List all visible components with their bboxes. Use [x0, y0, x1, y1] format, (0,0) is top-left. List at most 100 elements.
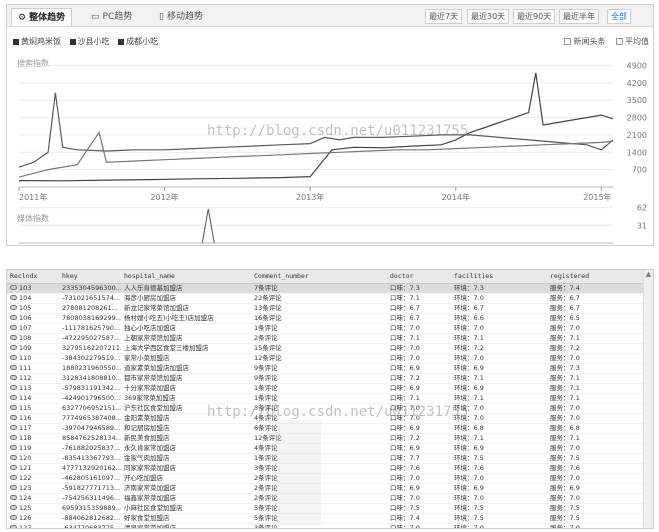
table-row[interactable]: 110 -3843022795​19... 家常小菜加盟店 12条评论 口味：7.0 环境…	[7, 353, 643, 364]
table-cell: 家常小菜加盟店	[121, 353, 251, 364]
column-header[interactable]: hkey	[59, 270, 121, 284]
legend-item[interactable]: 成都小吃	[118, 37, 158, 46]
legend-swatch	[13, 38, 19, 45]
tab-pc-trend[interactable]: ▭ PC趋势	[85, 8, 138, 26]
range-7-days[interactable]: 最近7天	[425, 9, 463, 24]
table-cell: 和记厨房加盟店	[121, 423, 251, 434]
table-scrollbar[interactable]: ▲	[643, 270, 653, 528]
row-index: 113	[19, 383, 32, 392]
table-cell: 好家食堂加盟店	[121, 513, 251, 524]
table-cell: 环境：7.6	[451, 463, 547, 474]
range-all[interactable]: 全部	[607, 9, 631, 24]
table-cell: 小麻社区食堂加盟店	[121, 503, 251, 514]
column-header[interactable]: doctor	[387, 270, 451, 284]
legend-item[interactable]: 黄焖鸡米饭	[13, 37, 61, 46]
table-cell: 服务：7.0	[547, 473, 643, 484]
table-row[interactable]: 106 78080381692​99... 杨村嫂小吃五)小吃王)店加盟店 16条评论…	[7, 313, 643, 324]
table-row[interactable]: 127 -6347706837​75... 清泉家常菜加盟店 3条评论 口味：7.0 环境…	[7, 523, 643, 528]
table-cell: 12条评论	[251, 353, 387, 364]
table-row[interactable]: 109 32795162207​211... 上海大学西区食堂三楼加盟店 15条评论口…	[7, 343, 643, 354]
row-key-icon	[10, 475, 17, 480]
column-header[interactable]: Reclndx	[7, 270, 59, 284]
table-cell: 127	[7, 523, 59, 528]
tab-overall-trend[interactable]: ⚙ 整体趋势	[11, 8, 73, 26]
table-cell: 口味：7.2	[387, 433, 451, 444]
row-index: 118	[19, 433, 32, 442]
table-cell: 121	[7, 463, 59, 474]
table-cell: 口味：7.1	[387, 293, 451, 304]
table-row[interactable]: 104 -7310216515​74... 海彦小厨房加盟店 22条评论 口味：7.1 环…	[7, 293, 643, 304]
row-key-icon	[10, 465, 17, 470]
range-30-days[interactable]: 最近30天	[467, 9, 510, 24]
table-row[interactable]: 114 -4249017965​00... 369家常菜加盟店 1条评论 口味：7.1 环…	[7, 393, 643, 404]
table-cell: 环境：7.0	[451, 293, 547, 304]
table-cell: 环境：6.9	[451, 363, 547, 374]
table-row[interactable]: 112 31283418088​10... 都市家常菜馆加盟店 9条评论 口味：7.2 环…	[7, 373, 643, 384]
row-key-icon	[10, 505, 17, 510]
table-cell: 服务：7.0	[547, 323, 643, 334]
row-key-icon	[10, 335, 17, 340]
records-table: Reclndx hkey hospital_name Comment_number do…	[7, 270, 643, 528]
table-cell: 103	[7, 283, 59, 294]
table-row[interactable]: 121 47771329201​62... 同家家常菜加盟店 3条评论 口味：7.6 环境…	[7, 463, 643, 474]
table-cell: 63277069521​51...	[59, 403, 121, 414]
table-row[interactable]: 122 -4628051610​97... 开心吃加盟店 2条评论 口味：7.0 环境：7…	[7, 473, 643, 484]
table-cell: -7618820258​37...	[59, 443, 121, 454]
row-index: 125	[19, 503, 32, 512]
row-key-icon	[10, 355, 17, 360]
table-row[interactable]: 111 18802319605​50... 道家素菜加盟店加盟店 9条评论 口味：6.9…	[7, 363, 643, 374]
x-tick-label: 2013年	[296, 192, 324, 202]
column-header[interactable]: facilities	[451, 270, 547, 284]
average-checkbox[interactable]: 平均值	[616, 37, 649, 46]
table-cell: 116	[7, 413, 59, 424]
x-tick-label: 2012年	[150, 192, 178, 202]
row-key-icon	[10, 425, 17, 430]
table-row[interactable]: 107 -1117816257​90... 独心小吃店加盟店 1条评论 口味：7.0 环境…	[7, 323, 643, 334]
media-spike	[201, 208, 215, 244]
news-headline-checkbox[interactable]: 新闻头条	[564, 37, 605, 46]
gear-icon: ⚙	[18, 13, 27, 23]
row-index: 111	[19, 363, 32, 372]
table-cell: 福鑫家常菜加盟店	[121, 493, 251, 504]
table-cell: 上朝家常菜馆加盟店	[121, 333, 251, 344]
table-row[interactable]: 126 -8840628126​82... 好家食堂加盟店 5条评论 口味：7.4 环境：…	[7, 513, 643, 524]
table-row[interactable]: 124 -7542563114​96... 福鑫家常菜加盟店 2条评论 口味：7.0 环境…	[7, 493, 643, 504]
table-cell: 环境：7.5	[451, 453, 547, 464]
table-cell: 服务：7.1	[547, 393, 643, 404]
table-row[interactable]: 108 -4722950275​87... 上朝家常菜馆加盟店 2条评论 口味：7.1 环…	[7, 333, 643, 344]
row-index: 105	[19, 303, 32, 312]
table-row[interactable]: 113 -5798311913​42... 十分家常菜加盟店 1条评论 口味：6.9 环境…	[7, 383, 643, 394]
column-header[interactable]: hospital_name	[121, 270, 251, 284]
tab-mobile-trend[interactable]: ▯ 移动趋势	[153, 8, 209, 26]
legend-swatch	[69, 38, 76, 45]
table-row[interactable]: 125 69593153598​89... 小麻社区食堂加盟店 5条评论 口味：7.5 环…	[7, 503, 643, 514]
y-tick-label: 2100	[627, 131, 647, 140]
table-row[interactable]: 118 85847625281​34... 新民美食加盟店 12条评论 口味：7.2 环境…	[7, 433, 643, 444]
range-90-days[interactable]: 最近90天	[513, 9, 556, 24]
row-key-icon	[10, 415, 17, 420]
row-index: 122	[19, 473, 32, 482]
table-cell: 服务：7.1	[547, 333, 643, 344]
range-half-year[interactable]: 最近半年	[559, 9, 599, 24]
table-cell: 口味：6.9	[387, 483, 451, 494]
table-row[interactable]: 123 -5918277717​13... 济南家常菜加盟店 2条评论 口味：6.9 环境…	[7, 483, 643, 494]
row-index: 109	[19, 343, 32, 352]
column-header[interactable]: registered	[547, 270, 643, 284]
table-cell: 105	[7, 303, 59, 314]
table-cell: 口味：7.3	[387, 283, 451, 294]
table-cell: 环境：7.2	[451, 343, 547, 354]
table-cell: 122	[7, 473, 59, 484]
table-row[interactable]: 117 -3970479465​89... 和记厨房加盟店 6条评论 口味：6.9 环境：…	[7, 423, 643, 434]
table-row[interactable]: 103 23353045963​00... 人人乐肯德基加盟店 7条评论 口味：7.3 环…	[7, 283, 643, 294]
table-row[interactable]: 120 -8354133677​93... 金家气肉加盟店 1条评论 口味：7.7 环境：…	[7, 453, 643, 464]
row-key-icon	[10, 395, 17, 400]
scroll-up-icon[interactable]: ▲	[644, 270, 653, 278]
column-header[interactable]: Comment_number	[251, 270, 387, 284]
table-cell: 口味：6.9	[387, 423, 451, 434]
row-index: 119	[19, 443, 32, 452]
table-row[interactable]: 105 27808120826​1... 新龙记家常菜馆加盟店 13条评论 口味：6.7…	[7, 303, 643, 314]
table-cell: 15条评论	[251, 343, 387, 354]
table-cell: 110	[7, 353, 59, 364]
table-row[interactable]: 119 -7618820258​37... 永久肯家常加盟店 4条评论 口味：6.9 环境…	[7, 443, 643, 454]
legend-item[interactable]: 沙县小吃	[69, 37, 110, 46]
